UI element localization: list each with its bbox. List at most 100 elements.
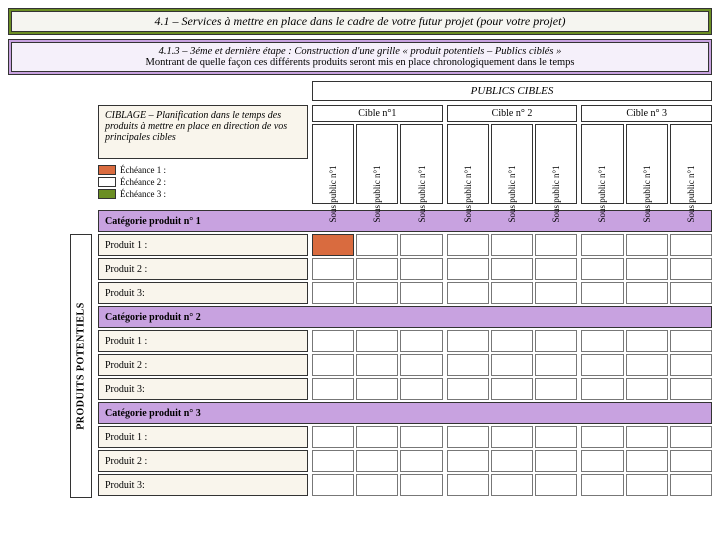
grid-cell — [400, 378, 442, 400]
swatch-echeance-2 — [98, 177, 116, 187]
echeance-legend: Échéance 1 : Échéance 2 : Échéance 3 : — [98, 165, 308, 199]
echeance-2-label: Échéance 2 : — [120, 177, 166, 187]
grid-cell — [400, 354, 442, 376]
grid-cell — [670, 450, 712, 472]
grid-cell — [670, 234, 712, 256]
grid-cell — [447, 282, 489, 304]
grid-cell — [400, 330, 442, 352]
upper-grid: CIBLAGE – Planification dans le temps de… — [98, 81, 712, 206]
grid-cell — [535, 354, 577, 376]
swatch-echeance-3 — [98, 189, 116, 199]
subtitle-line2: Montrant de quelle façon ces différents … — [20, 57, 700, 68]
grid-cell — [670, 378, 712, 400]
product-label: Produit 1 : — [98, 330, 308, 352]
echeance-1-label: Échéance 1 : — [120, 165, 166, 175]
subtitle: 4.1.3 – 3éme et dernière étape : Constru… — [11, 42, 709, 72]
product-label: Produit 3: — [98, 282, 308, 304]
echeance-2: Échéance 2 : — [98, 177, 308, 187]
product-row: Produit 2 : — [98, 450, 712, 472]
page-title: 4.1 – Services à mettre en place dans le… — [11, 11, 709, 32]
grid-cell — [491, 450, 533, 472]
grid-cell — [581, 378, 623, 400]
grid-cell — [491, 426, 533, 448]
grid-cell — [535, 330, 577, 352]
sous-public-cell: Sous public n°1 — [670, 124, 712, 204]
product-row: Produit 3: — [98, 378, 712, 400]
category-label: Catégorie produit n° 1 — [98, 210, 712, 232]
sous-public-cell: Sous public n°1 — [356, 124, 398, 204]
product-row: Produit 2 : — [98, 258, 712, 280]
cibles-row: Cible n°1 Cible n° 2 Cible n° 3 — [312, 105, 712, 122]
row-cells — [312, 258, 712, 280]
subtitle-line1: 4.1.3 – 3éme et dernière étape : Constru… — [20, 46, 700, 57]
grid-cell — [535, 234, 577, 256]
grid-cell — [312, 330, 354, 352]
product-label: Produit 2 : — [98, 354, 308, 376]
grid-cell — [312, 234, 354, 256]
grid-cell — [670, 474, 712, 496]
ciblage-description: CIBLAGE – Planification dans le temps de… — [98, 105, 308, 159]
product-row: Produit 1 : — [98, 426, 712, 448]
sous-public-cell: Sous public n°1 — [581, 124, 623, 204]
sous-public-cell: Sous public n°1 — [535, 124, 577, 204]
sous-public-cell: Sous public n°1 — [400, 124, 442, 204]
cible-2: Cible n° 2 — [447, 105, 578, 122]
grid-cell — [400, 426, 442, 448]
sous-public-cell: Sous public n°1 — [312, 124, 354, 204]
product-label: Produit 1 : — [98, 426, 308, 448]
echeance-3: Échéance 3 : — [98, 189, 308, 199]
grid-cell — [626, 258, 668, 280]
grid-cell — [670, 330, 712, 352]
grid-cell — [447, 378, 489, 400]
grid-cell — [581, 354, 623, 376]
grid-cell — [312, 474, 354, 496]
sous-public-cell: Sous public n°1 — [447, 124, 489, 204]
category-label: Catégorie produit n° 2 — [98, 306, 712, 328]
row-cells — [312, 450, 712, 472]
grid-cell — [626, 282, 668, 304]
grid-cell — [356, 474, 398, 496]
grid-cell — [400, 474, 442, 496]
grid-cell — [670, 426, 712, 448]
grid-cell — [447, 426, 489, 448]
grid-cell — [400, 258, 442, 280]
row-cells — [312, 330, 712, 352]
grid-cell — [535, 426, 577, 448]
grid-cell — [400, 234, 442, 256]
grid-cell — [491, 234, 533, 256]
title-bar: 4.1 – Services à mettre en place dans le… — [8, 8, 712, 35]
grid-cell — [535, 474, 577, 496]
echeance-1: Échéance 1 : — [98, 165, 308, 175]
grid-cell — [400, 282, 442, 304]
grid-cell — [491, 474, 533, 496]
grid-cell — [356, 258, 398, 280]
grid-cell — [535, 450, 577, 472]
category-row: Catégorie produit n° 2 — [98, 306, 712, 328]
row-cells — [312, 354, 712, 376]
grid-cell — [535, 282, 577, 304]
grid-cell — [535, 378, 577, 400]
row-cells — [312, 282, 712, 304]
sous-publics-row: Sous public n°1 Sous public n°1 Sous pub… — [312, 124, 712, 204]
grid-cell — [581, 282, 623, 304]
product-row: Produit 1 : — [98, 234, 712, 256]
grid-cell — [581, 258, 623, 280]
sous-public-cell: Sous public n°1 — [626, 124, 668, 204]
grid-cell — [626, 450, 668, 472]
category-row: Catégorie produit n° 1 — [98, 210, 712, 232]
grid-cell — [626, 426, 668, 448]
product-row: Produit 3: — [98, 282, 712, 304]
grid-cell — [491, 282, 533, 304]
grid-cell — [491, 258, 533, 280]
cible-1: Cible n°1 — [312, 105, 443, 122]
grid-cell — [356, 450, 398, 472]
row-cells — [312, 474, 712, 496]
grid-cell — [312, 258, 354, 280]
grid-cell — [626, 474, 668, 496]
grid-cell — [312, 450, 354, 472]
grid-cell — [356, 234, 398, 256]
grid-cell — [581, 234, 623, 256]
grid-cell — [581, 474, 623, 496]
grid-cell — [312, 282, 354, 304]
product-label: Produit 3: — [98, 474, 308, 496]
